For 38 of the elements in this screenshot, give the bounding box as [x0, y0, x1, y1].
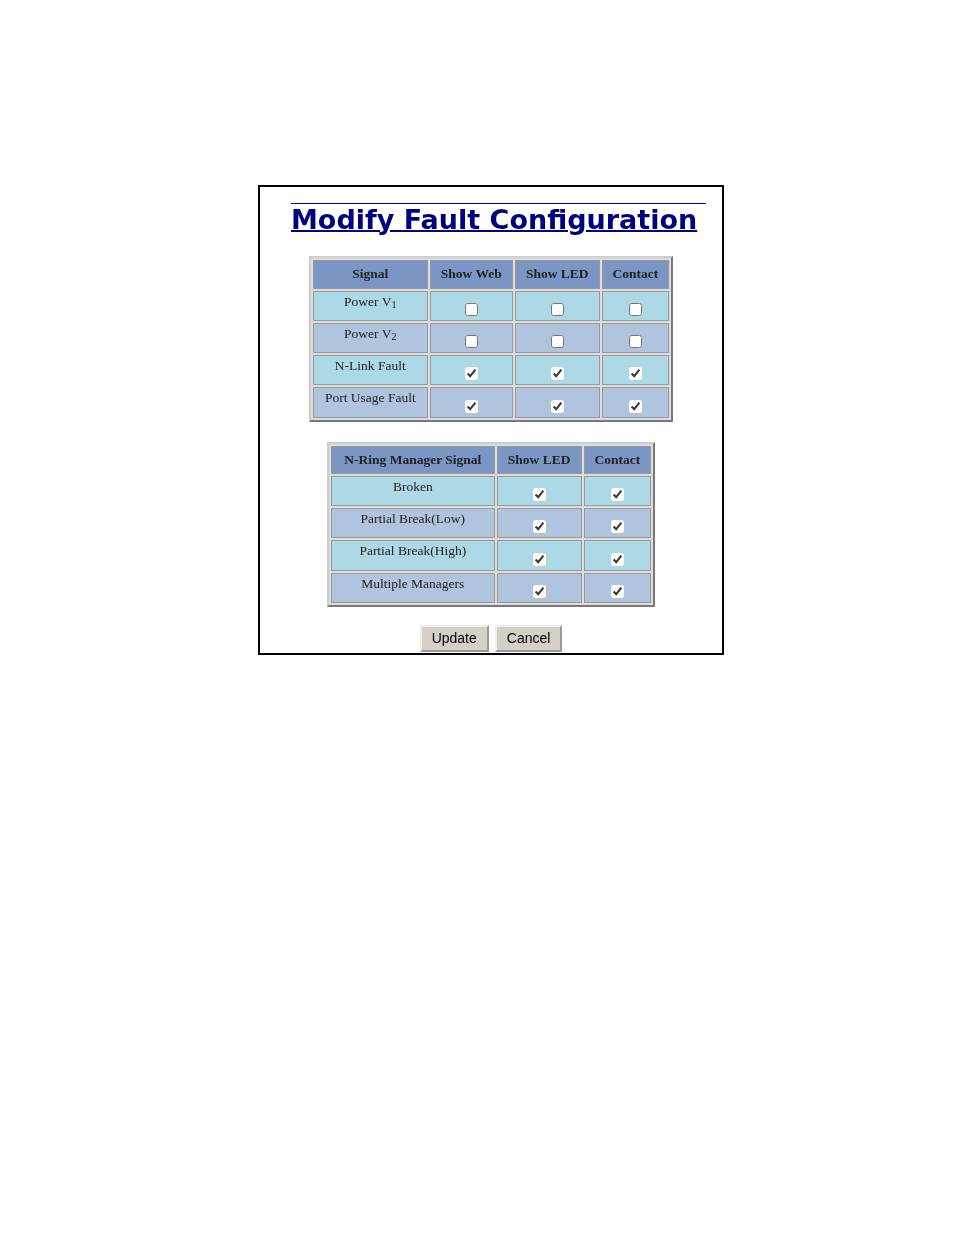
signal-cell: Port Usage Fault: [313, 387, 428, 418]
signal-cell: N-Link Fault: [313, 355, 428, 386]
checkbox[interactable]: [610, 552, 624, 566]
checkbox[interactable]: [550, 399, 564, 413]
cancel-button[interactable]: Cancel: [494, 624, 563, 652]
checkbox[interactable]: [464, 399, 478, 413]
checkbox[interactable]: [610, 520, 624, 534]
signal-cell: Broken: [331, 475, 495, 507]
checkbox[interactable]: [610, 488, 624, 502]
checkbox[interactable]: [628, 367, 642, 381]
update-button[interactable]: Update: [419, 624, 489, 652]
checkbox[interactable]: [532, 520, 546, 534]
signal-cell: Partial Break(High): [331, 540, 495, 571]
signal-cell: Partial Break(Low): [331, 508, 495, 539]
column-header: Contact: [583, 445, 651, 474]
checkbox[interactable]: [464, 335, 478, 349]
checkbox[interactable]: [550, 302, 564, 316]
checkbox[interactable]: [628, 335, 642, 349]
column-header: Contact: [601, 260, 669, 289]
checkbox[interactable]: [628, 302, 642, 316]
checkbox[interactable]: [464, 367, 478, 381]
checkbox[interactable]: [628, 399, 642, 413]
checkbox[interactable]: [550, 335, 564, 349]
checkbox[interactable]: [532, 552, 546, 566]
checkbox[interactable]: [550, 367, 564, 381]
signal-cell: Power V$_{2}$: [313, 322, 428, 354]
checkbox[interactable]: [532, 488, 546, 502]
page-title: Modify Fault Configuration: [291, 203, 706, 237]
column-header: N-Ring Manager Signal: [331, 445, 495, 474]
column-header: Show LED: [496, 445, 582, 474]
checkbox[interactable]: [464, 302, 478, 316]
signal-cell: Power V$_{1}$: [313, 290, 428, 321]
checkbox[interactable]: [610, 584, 624, 598]
signal-cell: Multiple Managers: [331, 572, 495, 603]
column-header: Show LED: [514, 260, 600, 289]
checkbox[interactable]: [532, 584, 546, 598]
column-header: Show Web: [429, 260, 513, 289]
column-header: Signal: [313, 260, 428, 289]
